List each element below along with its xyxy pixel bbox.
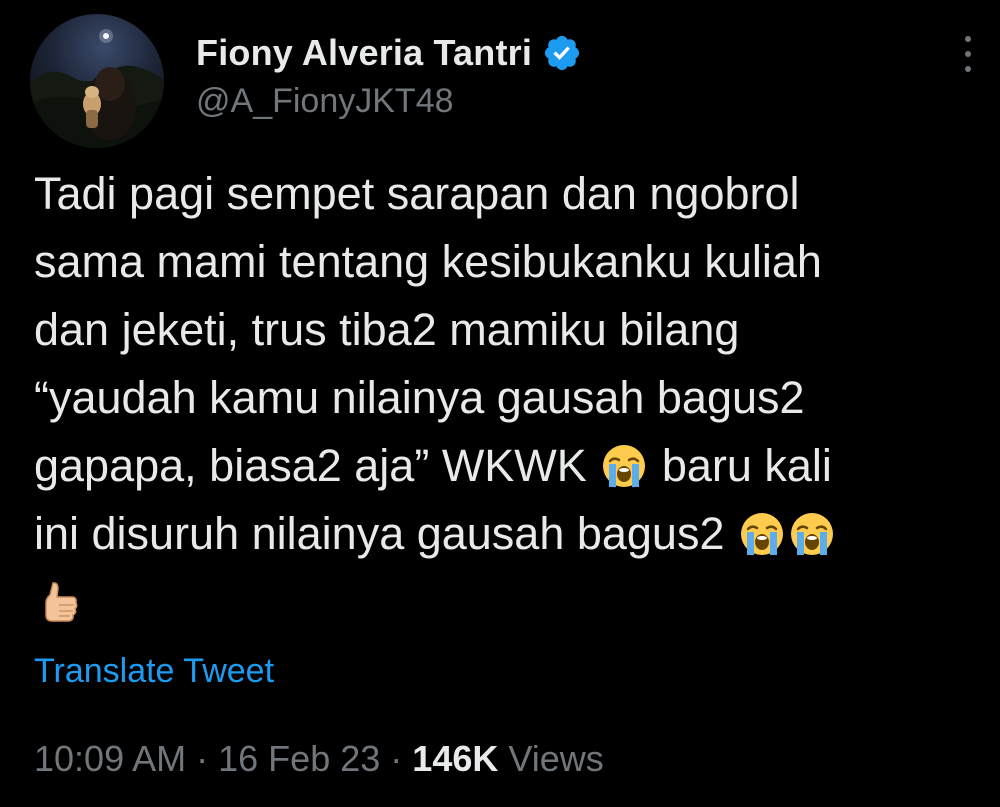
- author-name-row: Fiony Alveria Tantri: [196, 30, 582, 76]
- thumbs-up-icon: [36, 579, 82, 625]
- more-dot: [965, 66, 971, 72]
- loudly-crying-face-icon: [601, 443, 647, 489]
- meta-separator: ·: [196, 738, 209, 779]
- views-label: Views: [508, 738, 604, 779]
- more-options-icon[interactable]: [958, 36, 978, 72]
- tweet-line: ini disuruh nilainya gausah bagus2: [34, 508, 725, 559]
- loudly-crying-face-icon: [739, 511, 785, 557]
- tweet-text: Tadi pagi sempet sarapan dan ngobrol sam…: [34, 160, 984, 636]
- tweet-date[interactable]: 16 Feb 23: [218, 738, 380, 779]
- tweet-line: “yaudah kamu nilainya gausah bagus2: [34, 372, 805, 423]
- author-handle[interactable]: @A_FionyJKT48: [196, 82, 454, 121]
- views-count: 146K: [412, 738, 499, 779]
- more-dot: [965, 51, 971, 57]
- more-dot: [965, 36, 971, 42]
- verified-badge-icon: [542, 33, 582, 73]
- tweet-line: baru kali: [649, 440, 832, 491]
- meta-separator: ·: [390, 738, 403, 779]
- tweet-meta: 10:09 AM · 16 Feb 23 · 146K Views: [34, 738, 604, 780]
- avatar[interactable]: [30, 14, 164, 148]
- avatar-photo: [30, 14, 164, 148]
- translate-tweet-link[interactable]: Translate Tweet: [34, 652, 274, 691]
- tweet-card[interactable]: Fiony Alveria Tantri @A_FionyJKT48 Tadi …: [0, 0, 1000, 807]
- tweet-line: sama mami tentang kesibukanku kuliah: [34, 236, 822, 287]
- tweet-line: Tadi pagi sempet sarapan dan ngobrol: [34, 168, 800, 219]
- tweet-time[interactable]: 10:09 AM: [34, 738, 186, 779]
- author-display-name[interactable]: Fiony Alveria Tantri: [196, 32, 532, 74]
- loudly-crying-face-icon: [789, 511, 835, 557]
- tweet-line: dan jeketi, trus tiba2 mamiku bilang: [34, 304, 740, 355]
- tweet-line: gapapa, biasa2 aja” WKWK: [34, 440, 587, 491]
